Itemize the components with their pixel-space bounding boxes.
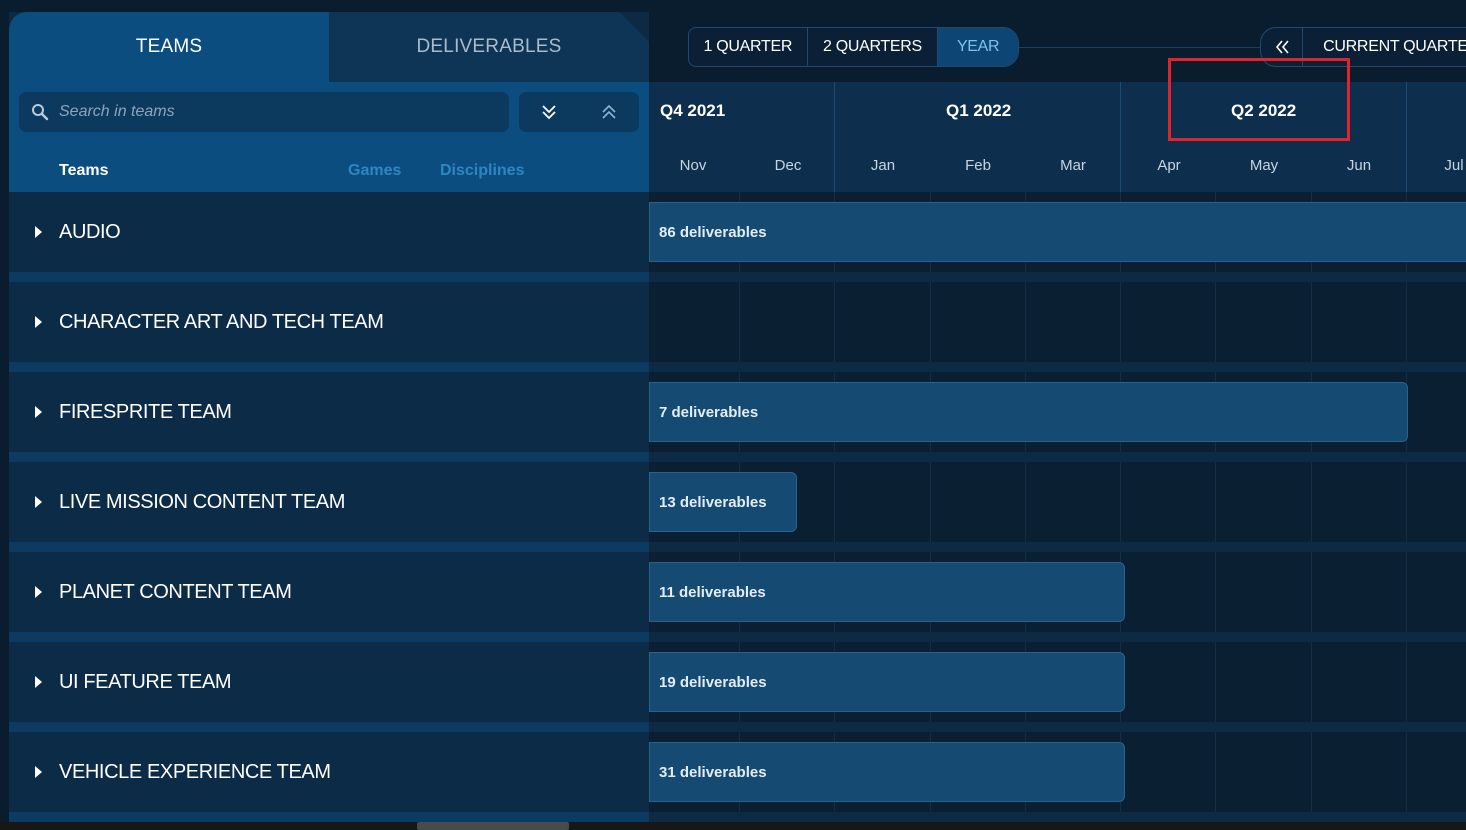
- search-box[interactable]: [19, 92, 509, 132]
- subtab-disciplines[interactable]: Disciplines: [440, 162, 524, 180]
- quarter-label-highlighted: Q2 2022: [1231, 101, 1297, 120]
- row-divider: [649, 812, 1466, 822]
- subtab-games[interactable]: Games: [348, 162, 401, 180]
- timeline-navigation: CURRENT QUARTER: [1260, 27, 1466, 67]
- row-divider: [9, 452, 649, 462]
- search-toolbar: Teams Games Disciplines: [9, 82, 649, 192]
- month-label: Jun: [1346, 157, 1372, 174]
- group-by-subtabs: Teams Games Disciplines: [9, 152, 649, 192]
- caret-right-icon: [35, 226, 42, 238]
- row-divider: [9, 542, 649, 552]
- row-divider: [9, 362, 649, 372]
- team-name: LIVE MISSION CONTENT TEAM: [59, 490, 345, 513]
- caret-right-icon: [35, 316, 42, 328]
- row-divider: [9, 632, 649, 642]
- quarter-divider: [1406, 82, 1407, 192]
- team-row-firesprite[interactable]: FIRESPRITE TEAM: [9, 372, 649, 452]
- divider: [1019, 47, 1261, 48]
- zoom-1-quarter-button[interactable]: 1 QUARTER: [689, 28, 808, 66]
- month-label: Jan: [870, 157, 896, 174]
- caret-right-icon: [35, 496, 42, 508]
- tab-teams[interactable]: TEAMS: [9, 12, 329, 82]
- row-divider: [649, 272, 1466, 282]
- row-divider: [649, 722, 1466, 732]
- team-name: AUDIO: [59, 220, 121, 243]
- month-label: Feb: [965, 157, 991, 174]
- subtab-teams[interactable]: Teams: [59, 162, 109, 180]
- team-row-ui-feature[interactable]: UI FEATURE TEAM: [9, 642, 649, 722]
- month-label: Jul: [1444, 157, 1464, 174]
- deliverables-bar-vehicle-experience[interactable]: 31 deliverables: [649, 742, 1125, 802]
- row-divider: [649, 632, 1466, 642]
- deliverables-bar-audio[interactable]: 86 deliverables: [649, 202, 1466, 262]
- tab-deliverables[interactable]: DELIVERABLES: [329, 12, 649, 82]
- current-quarter-button[interactable]: CURRENT QUARTER: [1303, 28, 1466, 66]
- month-label: May: [1249, 157, 1279, 174]
- previous-period-button[interactable]: [1261, 28, 1304, 66]
- tab-bar: TEAMS DELIVERABLES: [9, 12, 649, 82]
- row-divider: [9, 272, 649, 282]
- deliverables-bar-live-mission[interactable]: 13 deliverables: [649, 472, 797, 532]
- team-name: CHARACTER ART AND TECH TEAM: [59, 310, 384, 333]
- scrollbar-thumb[interactable]: [417, 822, 569, 830]
- month-label: Nov: [679, 157, 707, 174]
- search-input[interactable]: [57, 102, 477, 122]
- deliverables-bar-firesprite[interactable]: 7 deliverables: [649, 382, 1408, 442]
- caret-right-icon: [35, 586, 42, 598]
- caret-right-icon: [35, 406, 42, 418]
- expand-collapse-controls: [519, 92, 639, 132]
- horizontal-scrollbar[interactable]: [0, 822, 1466, 830]
- team-row-character-art[interactable]: CHARACTER ART AND TECH TEAM: [9, 282, 649, 362]
- timeline-header: Q4 2021 Q1 2022 Q2 2022 Nov Dec Jan Feb …: [649, 82, 1466, 192]
- collapse-all-button[interactable]: [579, 92, 639, 132]
- team-row-planet-content[interactable]: PLANET CONTENT TEAM: [9, 552, 649, 632]
- quarter-divider: [834, 82, 835, 192]
- double-chevron-up-icon: [602, 104, 616, 119]
- zoom-year-button[interactable]: YEAR: [938, 28, 1018, 66]
- team-row-audio[interactable]: AUDIO: [9, 192, 649, 272]
- zoom-selector: 1 QUARTER 2 QUARTERS YEAR: [688, 27, 1019, 67]
- zoom-2-quarters-button[interactable]: 2 QUARTERS: [808, 28, 939, 66]
- double-chevron-left-icon: [1275, 40, 1289, 54]
- timeline-grid: 86 deliverables 7 deliverables 13 delive…: [649, 192, 1466, 822]
- team-row-vehicle-experience[interactable]: VEHICLE EXPERIENCE TEAM: [9, 732, 649, 812]
- expand-all-button[interactable]: [519, 92, 579, 132]
- quarter-divider: [1120, 82, 1121, 192]
- row-divider: [649, 362, 1466, 372]
- team-name: UI FEATURE TEAM: [59, 670, 232, 693]
- caret-right-icon: [35, 676, 42, 688]
- search-icon: [32, 104, 49, 121]
- quarter-label: Q4 2021: [660, 101, 726, 120]
- row-divider: [649, 542, 1466, 552]
- team-name: FIRESPRITE TEAM: [59, 400, 232, 423]
- deliverables-bar-ui-feature[interactable]: 19 deliverables: [649, 652, 1125, 712]
- month-label: Mar: [1060, 157, 1086, 174]
- month-label: Apr: [1157, 157, 1181, 174]
- team-name: PLANET CONTENT TEAM: [59, 580, 292, 603]
- row-divider: [9, 812, 649, 822]
- row-divider: [649, 452, 1466, 462]
- month-label: Dec: [774, 157, 802, 174]
- teams-panel: TEAMS DELIVERABLES Search in teams Teams…: [9, 12, 649, 822]
- row-divider: [9, 722, 649, 732]
- double-chevron-down-icon: [542, 105, 556, 120]
- quarter-label: Q1 2022: [946, 101, 1012, 120]
- team-name: VEHICLE EXPERIENCE TEAM: [59, 760, 331, 783]
- team-row-live-mission[interactable]: LIVE MISSION CONTENT TEAM: [9, 462, 649, 542]
- caret-right-icon: [35, 766, 42, 778]
- deliverables-bar-planet-content[interactable]: 11 deliverables: [649, 562, 1125, 622]
